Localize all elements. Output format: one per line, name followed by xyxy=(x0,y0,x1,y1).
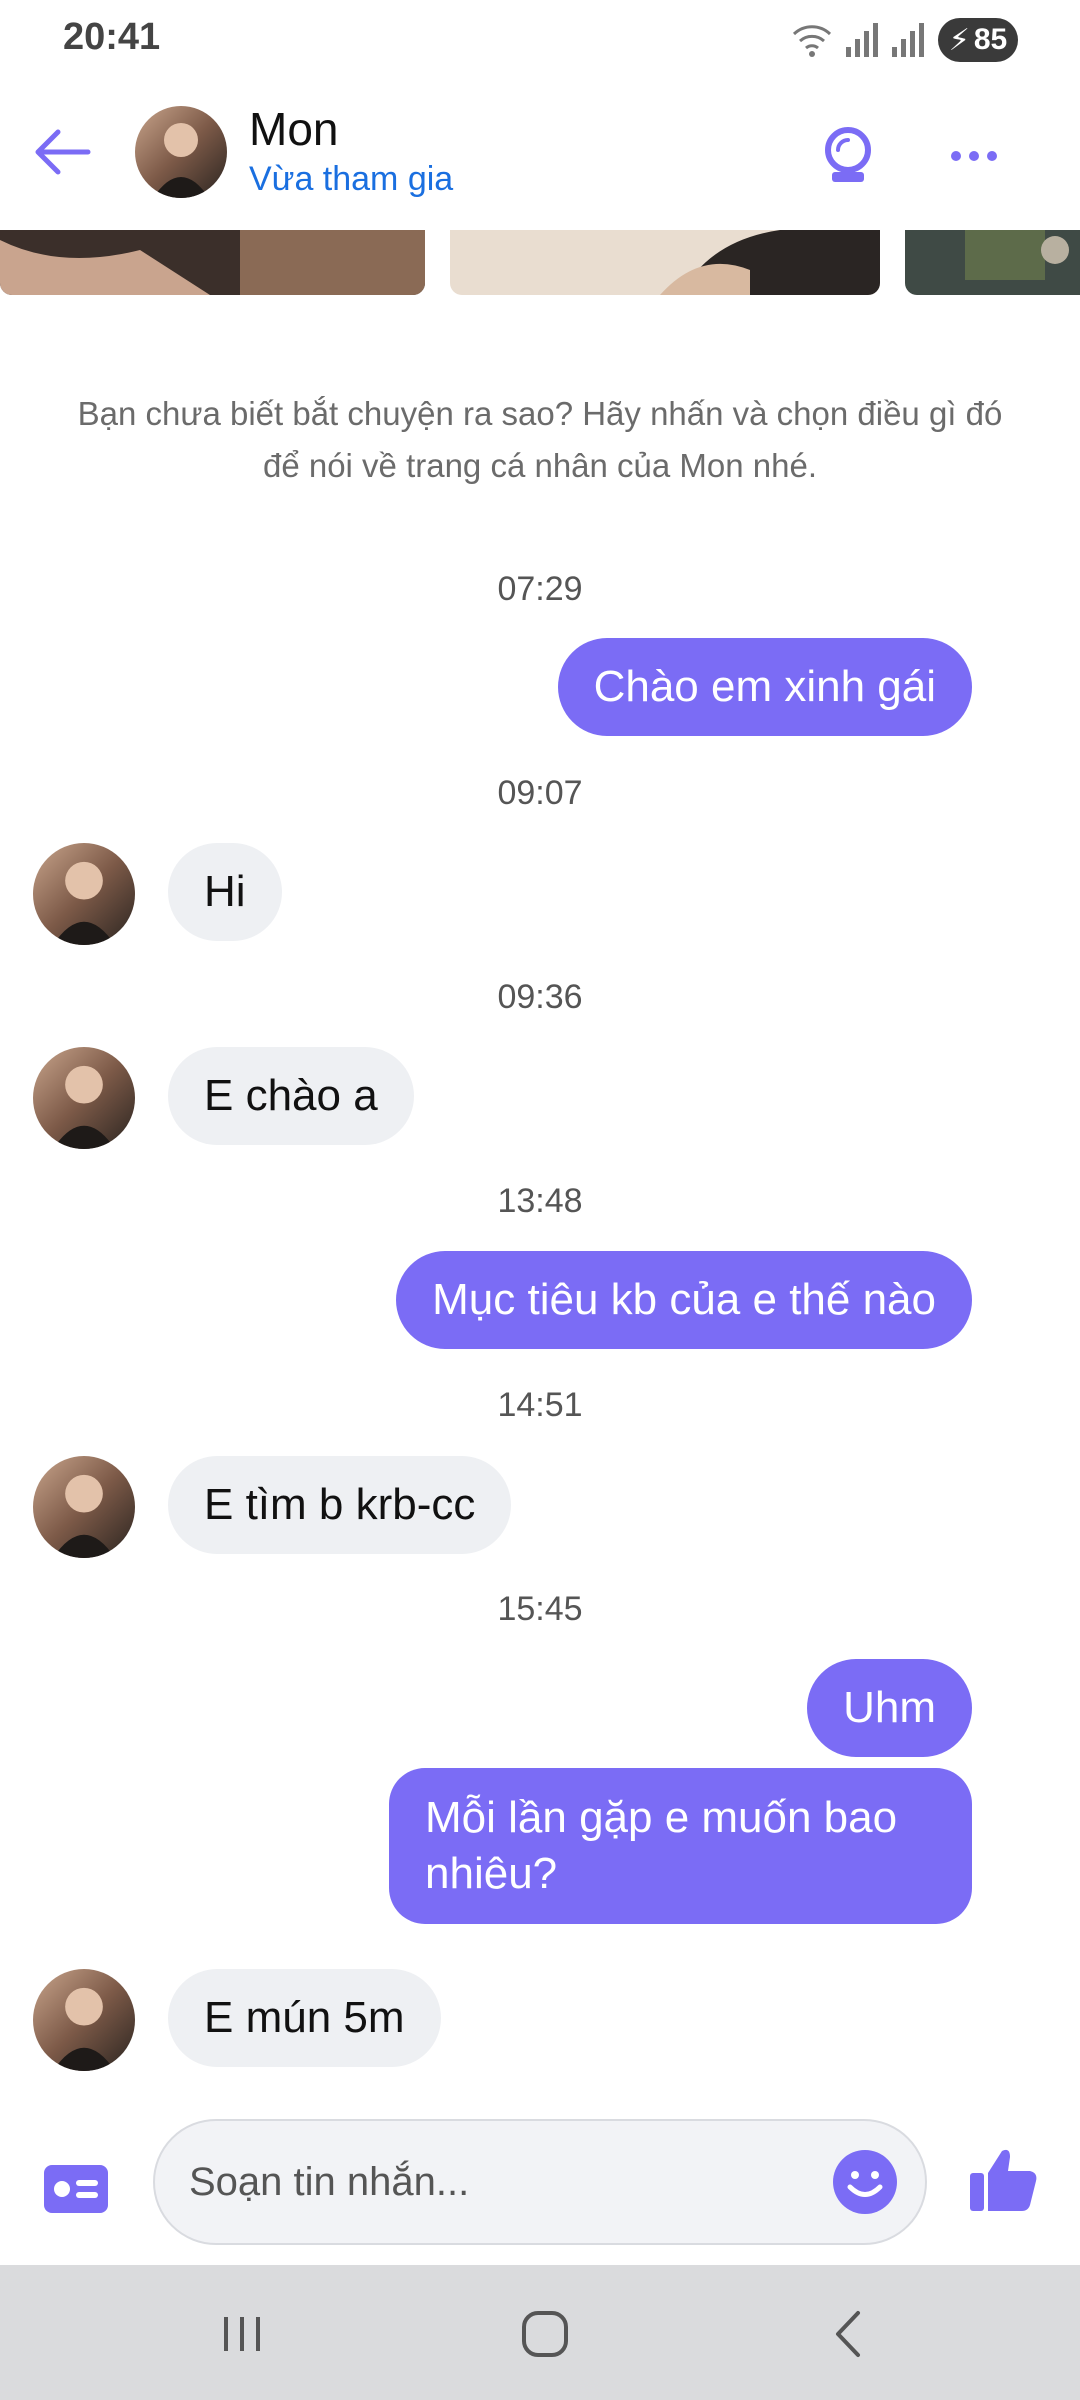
profile-photo[interactable] xyxy=(450,230,880,295)
message-composer xyxy=(0,2105,1080,2265)
home-icon[interactable] xyxy=(510,2299,580,2369)
signal-icon xyxy=(892,23,924,57)
crystal-ball-icon[interactable] xyxy=(812,120,884,192)
status-bar: 20:41 ⚡ 85 xyxy=(0,0,1080,80)
avatar[interactable] xyxy=(33,1969,135,2071)
back-arrow-icon[interactable] xyxy=(26,116,98,188)
more-dots-icon[interactable] xyxy=(938,120,1010,192)
conversation-starter-hint: Bạn chưa biết bắt chuyện ra sao? Hãy nhấ… xyxy=(77,395,1003,484)
signal-icon xyxy=(846,23,878,57)
timestamp: 13:48 xyxy=(497,1182,583,1220)
chat-header: Mon Vừa tham gia xyxy=(0,80,1080,230)
avatar[interactable] xyxy=(33,1456,135,1558)
profile-photo[interactable] xyxy=(905,230,1080,295)
status-icons: ⚡ 85 xyxy=(792,18,1018,62)
recent-apps-icon[interactable] xyxy=(207,2299,277,2369)
timestamp: 09:36 xyxy=(497,978,583,1016)
contact-status: Vừa tham gia xyxy=(249,160,454,198)
profile-photo[interactable] xyxy=(0,230,425,295)
message-input[interactable] xyxy=(153,2119,927,2245)
wifi-icon xyxy=(792,25,832,57)
battery-level: 85 xyxy=(973,23,1008,56)
timestamp: 09:07 xyxy=(497,774,583,812)
outgoing-message[interactable]: Chào em xinh gái xyxy=(557,638,972,736)
incoming-message[interactable]: E chào a xyxy=(168,1047,414,1145)
timestamp: 07:29 xyxy=(497,570,583,608)
avatar[interactable] xyxy=(33,843,135,945)
system-navigation-bar xyxy=(0,2265,1080,2400)
incoming-message[interactable]: E tìm b krb-cc xyxy=(168,1456,512,1554)
contact-card-icon[interactable] xyxy=(40,2153,112,2225)
thumbs-up-icon[interactable] xyxy=(966,2143,1040,2217)
charging-icon: ⚡ xyxy=(948,23,970,57)
avatar[interactable] xyxy=(135,106,227,198)
outgoing-message[interactable]: Mục tiêu kb của e thế nào xyxy=(396,1251,972,1349)
incoming-message[interactable]: E mún 5m xyxy=(168,1969,441,2067)
status-time: 20:41 xyxy=(63,16,161,58)
outgoing-message[interactable]: Uhm xyxy=(807,1659,972,1757)
outgoing-message[interactable]: Mỗi lần gặp e muốn bao nhiêu? xyxy=(389,1768,972,1924)
incoming-message[interactable]: Hi xyxy=(168,843,282,941)
nav-back-icon[interactable] xyxy=(814,2299,884,2369)
battery-indicator: ⚡ 85 xyxy=(938,18,1018,62)
contact-name[interactable]: Mon xyxy=(249,102,338,156)
emoji-icon[interactable] xyxy=(830,2147,900,2217)
timestamp: 14:51 xyxy=(497,1386,583,1424)
timestamp: 15:45 xyxy=(497,1590,583,1628)
avatar[interactable] xyxy=(33,1047,135,1149)
profile-photo-strip[interactable] xyxy=(0,230,1080,295)
